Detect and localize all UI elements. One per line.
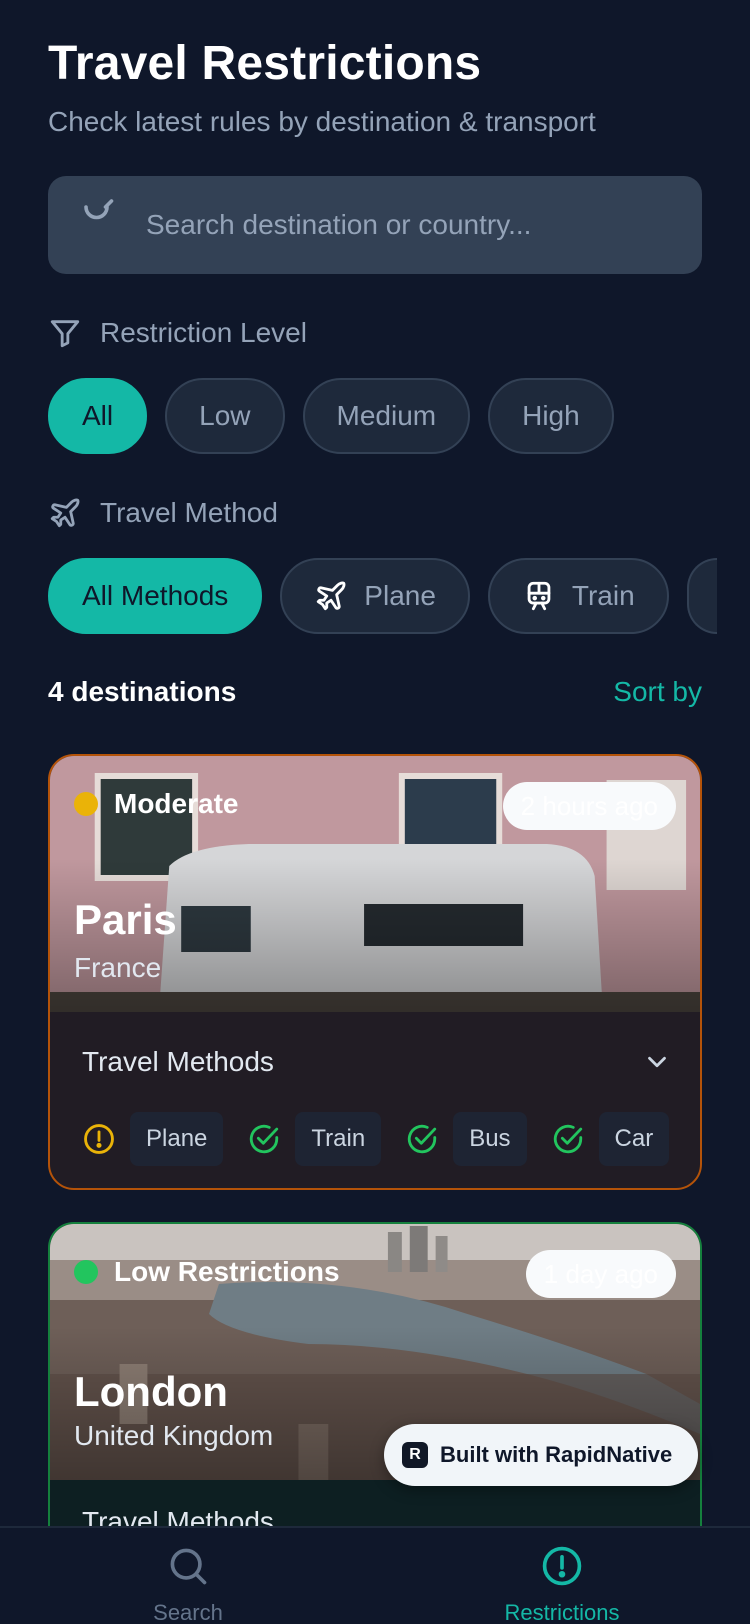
chip-label: Train <box>571 580 635 611</box>
chip-level-all[interactable]: All <box>48 378 148 454</box>
check-circle-icon <box>408 1124 437 1154</box>
chip-level-medium[interactable]: Medium <box>302 378 471 454</box>
train-icon <box>527 581 551 611</box>
rapidnative-badge[interactable]: R Built with RapidNative <box>384 1424 699 1486</box>
chip-level-low[interactable]: Low <box>165 378 285 454</box>
travel-method-label: Travel Method <box>48 496 278 530</box>
method-label: Bus <box>453 1112 527 1166</box>
chip-level-high[interactable]: High <box>488 378 614 454</box>
restriction-level-text: Restriction Level <box>100 317 307 348</box>
chip-label: All <box>82 400 114 431</box>
travel-methods-toggle[interactable]: Travel Methods <box>82 1046 672 1078</box>
alert-circle-icon <box>542 1546 582 1586</box>
method-label: Plane <box>130 1112 224 1166</box>
search-icon <box>170 1548 207 1585</box>
chip-label: High <box>522 400 580 431</box>
travel-method-chips: All Methods Plane Train <box>48 558 717 634</box>
method-label: Train <box>295 1112 382 1166</box>
updated-time: 1 day ago <box>525 1250 676 1298</box>
rapidnative-badge-label: Built with RapidNative <box>440 1442 673 1467</box>
sort-by-button[interactable]: Sort by <box>613 676 702 708</box>
rapidnative-logo-icon: R <box>402 1442 428 1468</box>
bottom-tab-bar: Search Restrictions <box>0 1526 750 1624</box>
plane-icon <box>50 498 80 528</box>
destination-count: 4 destinations <box>48 676 237 707</box>
check-circle-icon <box>250 1124 279 1154</box>
destination-photo: Moderate 2 hours ago Paris France <box>50 756 700 1012</box>
country-name: France <box>74 952 162 983</box>
restriction-level-label: Restriction Level <box>48 316 307 350</box>
results-header: 4 destinations Sort by <box>48 676 702 708</box>
method-plane: Plane <box>82 1112 224 1166</box>
page-subtitle: Check latest rules by destination & tran… <box>48 106 596 137</box>
method-train: Train <box>247 1112 382 1166</box>
restriction-level-chips: All Low Medium High <box>48 378 614 454</box>
search-icon <box>84 199 114 220</box>
method-bus: Bus <box>405 1112 527 1166</box>
warning-circle-icon <box>84 1124 114 1154</box>
status-label: Moderate <box>114 788 239 819</box>
method-label: Car <box>598 1112 670 1166</box>
travel-methods-list: Plane Train Bus Car <box>82 1112 679 1166</box>
travel-methods-title: Travel Methods <box>82 1046 274 1077</box>
tab-search[interactable]: Search <box>88 1544 288 1624</box>
chip-method-train[interactable]: Train <box>487 558 669 634</box>
method-car: Car <box>551 1112 670 1166</box>
search-bar[interactable] <box>48 176 702 274</box>
city-name: Paris <box>74 896 177 943</box>
updated-time: 2 hours ago <box>502 782 676 830</box>
filter-icon <box>50 320 80 348</box>
status-dot <box>74 1260 98 1284</box>
page-title: Travel Restrictions <box>48 37 482 90</box>
plane-icon <box>317 581 346 611</box>
status-badge: Low Restrictions <box>74 1256 340 1288</box>
chip-method-more[interactable] <box>686 558 717 634</box>
tab-label: Restrictions <box>504 1600 620 1624</box>
chip-label: Plane <box>364 580 436 611</box>
chip-label: Low <box>199 400 251 431</box>
destination-card-paris[interactable]: Moderate 2 hours ago Paris France Travel… <box>48 754 702 1190</box>
search-input[interactable] <box>146 200 666 250</box>
chip-method-plane[interactable]: Plane <box>280 558 470 634</box>
status-dot <box>74 792 98 816</box>
chip-label: Medium <box>336 400 437 431</box>
travel-method-text: Travel Method <box>100 497 278 528</box>
chip-method-all[interactable]: All Methods <box>48 558 263 634</box>
status-badge: Moderate <box>74 788 238 820</box>
tab-label: Search <box>153 1600 223 1624</box>
travel-restrictions-screen: Travel Restrictions Check latest rules b… <box>0 0 750 1624</box>
status-label: Low Restrictions <box>114 1256 340 1287</box>
tab-restrictions[interactable]: Restrictions <box>462 1544 662 1624</box>
city-name: London <box>74 1368 228 1415</box>
chip-label: All Methods <box>82 580 229 611</box>
country-name: United Kingdom <box>74 1420 274 1451</box>
check-circle-icon <box>553 1124 582 1154</box>
chevron-down-icon <box>648 1056 666 1068</box>
